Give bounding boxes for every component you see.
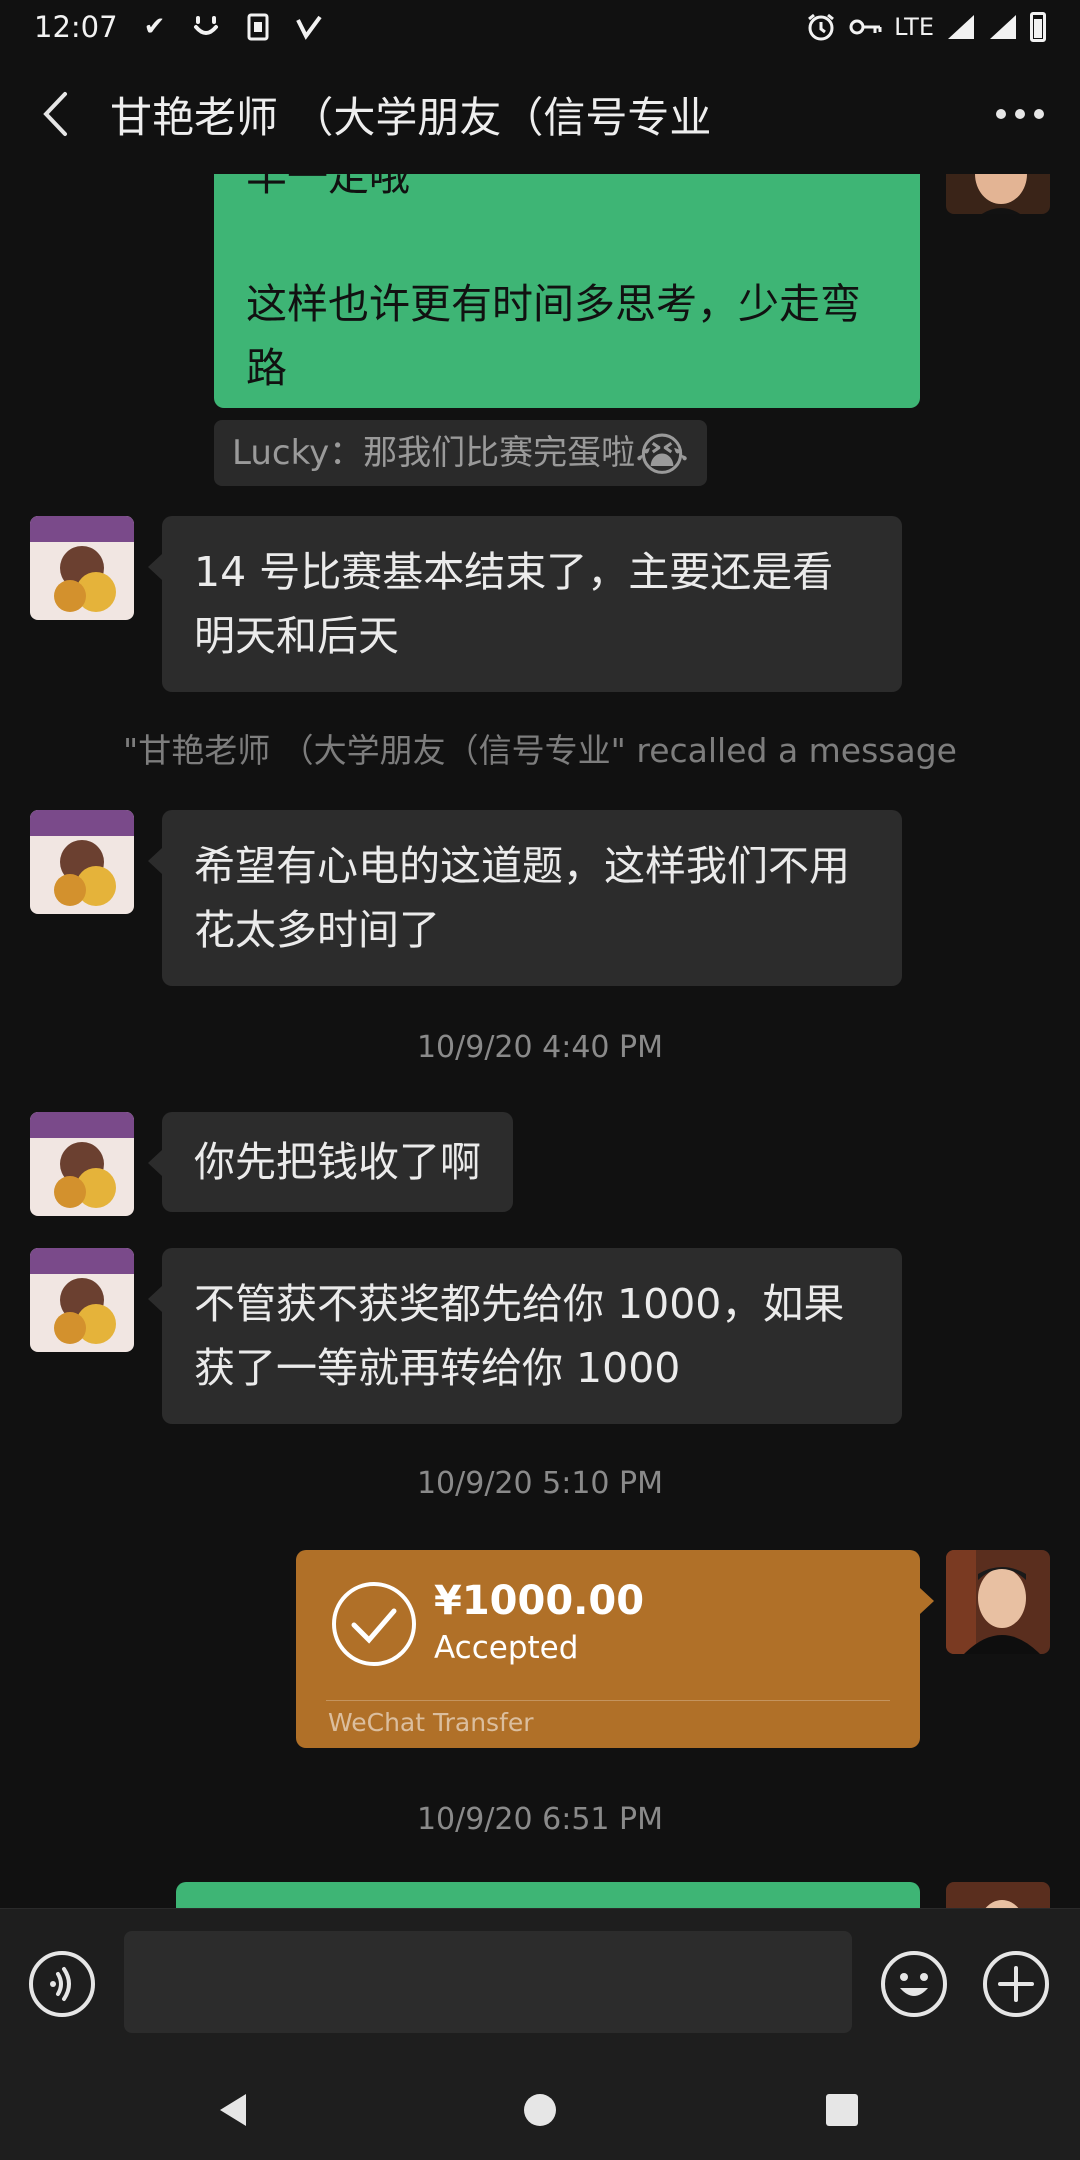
avatar-image [30,516,134,620]
plus-button[interactable] [982,1950,1050,2018]
check-circle-icon [332,1582,416,1666]
check-alt-icon [296,15,322,40]
battery-icon [1030,12,1046,42]
contact-avatar[interactable] [30,810,134,914]
transfer-label: WeChat Transfer [328,1708,534,1737]
avatar-image [946,1550,1050,1654]
plus-icon [983,1951,1049,2017]
emoji-button[interactable] [880,1950,948,2018]
message-text: 这样也许更有时间多思考，少走弯路 [246,280,861,392]
wechat-transfer-card[interactable]: ¥1000.00 Accepted WeChat Transfer [296,1550,920,1748]
transfer-amount: ¥1000.00 [434,1578,645,1624]
avatar-image [30,1248,134,1352]
timestamp: 10/9/20 4:40 PM [416,1030,664,1065]
nav-recents-button[interactable] [820,2088,864,2132]
message-text: 你先把钱收了啊 [194,1138,481,1186]
self-avatar[interactable] [946,1550,1050,1654]
bubble-tail [148,1150,162,1176]
signal-icon [990,15,1016,39]
self-avatar[interactable] [946,174,1050,214]
avatar-image [30,810,134,914]
contact-avatar[interactable] [30,516,134,620]
timestamp: 10/9/20 6:51 PM [416,1802,664,1837]
quoted-reply[interactable]: Lucky：那我们比赛完蛋啦😭 [214,420,707,486]
vpn-key-icon [849,19,882,35]
check-mark-icon: ✔ [143,12,166,42]
emoji-icon [881,1951,947,2017]
voice-icon [29,1951,95,2017]
message-list[interactable]: 丰一定哦 这样也许更有时间多思考，少走弯路 Lucky：那我们比赛完蛋啦😭 14… [0,174,1080,1908]
bubble-tail [148,1286,162,1312]
self-avatar[interactable] [946,1882,1050,1908]
system-nav-bar [0,2058,1080,2160]
bubble-tail [920,1588,934,1614]
timestamp: 10/9/20 5:10 PM [416,1466,664,1501]
status-time: 12:07 [34,10,118,44]
voice-button[interactable] [28,1950,96,2018]
network-type: LTE [894,13,934,41]
smile-icon [194,16,219,35]
quoted-text: Lucky：那我们比赛完蛋啦 [232,433,636,473]
square-recents-icon [826,2094,858,2126]
message-text: 丰一定哦 [246,174,410,200]
back-arrow-icon [43,92,67,136]
message-input[interactable] [124,1931,852,2033]
message-text: 希望有心电的这道题，这样我们不用花太多时间了 [194,842,850,954]
signal-icon [948,15,974,39]
nav-back-button[interactable] [212,2088,256,2132]
back-button[interactable] [0,54,110,174]
chat-header: 甘艳老师 （大学朋友（信号专业 [0,54,1080,174]
contact-avatar[interactable] [30,1112,134,1216]
message-text: 不管获不获奖都先给你 1000，如果获了一等就再转给你 1000 [194,1280,845,1392]
recall-notice: "甘艳老师 （大学朋友（信号专业" recalled a message [123,731,957,770]
more-dots-icon [996,109,1044,119]
avatar-image [30,1112,134,1216]
circle-home-icon [524,2094,556,2126]
triangle-back-icon [220,2094,246,2126]
avatar-image [946,174,1050,214]
self-message-bubble[interactable] [176,1882,920,1908]
contact-message-bubble[interactable]: 不管获不获奖都先给你 1000，如果获了一等就再转给你 1000 [162,1248,902,1424]
transfer-status: Accepted [434,1630,579,1666]
contact-avatar[interactable] [30,1248,134,1352]
status-bar: 12:07 ✔ LTE [0,0,1080,54]
crying-emoji-icon: 😭 [635,427,689,482]
bubble-tail [148,554,162,580]
avatar-image [946,1882,1050,1908]
bubble-tail [148,848,162,874]
divider [326,1700,890,1701]
more-button[interactable] [960,54,1080,174]
alarm-icon [808,13,835,41]
contact-message-bubble[interactable]: 14 号比赛基本结束了，主要还是看明天和后天 [162,516,902,692]
sim-card-icon [247,13,269,41]
input-bar [0,1908,1080,2058]
contact-message-bubble[interactable]: 你先把钱收了啊 [162,1112,513,1212]
self-message-bubble[interactable]: 丰一定哦 这样也许更有时间多思考，少走弯路 [214,174,920,408]
nav-home-button[interactable] [518,2088,562,2132]
contact-message-bubble[interactable]: 希望有心电的这道题，这样我们不用花太多时间了 [162,810,902,986]
message-text: 14 号比赛基本结束了，主要还是看明天和后天 [194,548,834,660]
chat-title: 甘艳老师 （大学朋友（信号专业 [110,92,712,142]
